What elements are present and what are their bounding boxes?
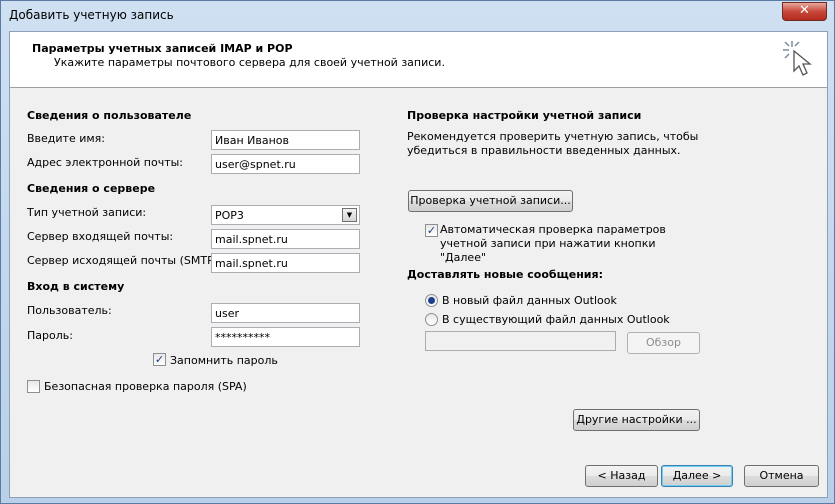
dialog-header: Параметры учетных записей IMAP и POP Ука…	[10, 32, 827, 88]
test-account-button[interactable]: Проверка учетной записи...	[408, 190, 573, 212]
auto-test-line2[interactable]: учетной записи при нажатии кнопки	[440, 237, 656, 250]
remember-password-checkbox[interactable]: ✓	[153, 353, 166, 366]
radio-existing-data-file-label[interactable]: В существующий файл данных Outlook	[442, 313, 670, 326]
spa-label[interactable]: Безопасная проверка пароля (SPA)	[44, 380, 247, 393]
header-subtitle: Укажите параметры почтового сервера для …	[54, 56, 445, 69]
email-label: Адрес электронной почты:	[27, 156, 184, 169]
incoming-server-input[interactable]: mail.spnet.ru	[211, 229, 360, 249]
account-type-label: Тип учетной записи:	[27, 206, 147, 219]
outgoing-server-label: Сервер исходящей почты (SMTP):	[27, 254, 222, 267]
test-description-line2: убедиться в правильности введенных данны…	[407, 144, 681, 157]
cancel-button[interactable]: Отмена	[744, 465, 819, 487]
password-input[interactable]: **********	[211, 327, 360, 347]
browse-button[interactable]: Обзор	[627, 332, 700, 354]
radio-existing-data-file[interactable]	[425, 313, 438, 326]
account-type-value: POP3	[215, 209, 244, 222]
auto-test-line1[interactable]: Автоматическая проверка параметров	[440, 223, 666, 236]
radio-new-data-file[interactable]	[425, 294, 438, 307]
auto-test-checkbox[interactable]: ✓	[425, 224, 438, 237]
header-title: Параметры учетных записей IMAP и POP	[32, 42, 293, 55]
chevron-down-icon[interactable]: ▼	[342, 208, 357, 222]
radio-new-data-file-label[interactable]: В новый файл данных Outlook	[442, 294, 617, 307]
spa-checkbox[interactable]	[27, 380, 40, 393]
name-label: Введите имя:	[27, 132, 105, 145]
next-button[interactable]: Далее >	[661, 465, 733, 487]
email-input[interactable]: user@spnet.ru	[211, 154, 360, 174]
title-bar: Добавить учетную запись ✕	[1, 1, 834, 31]
user-info-heading: Сведения о пользователе	[27, 109, 192, 122]
login-heading: Вход в систему	[27, 280, 125, 293]
remember-password-label[interactable]: Запомнить пароль	[170, 354, 278, 367]
outgoing-server-input[interactable]: mail.spnet.ru	[211, 253, 360, 273]
test-description-line1: Рекомендуется проверить учетную запись, …	[407, 130, 699, 143]
name-input[interactable]: Иван Иванов	[211, 130, 360, 150]
auto-test-line3[interactable]: "Далее"	[440, 251, 486, 264]
test-settings-heading: Проверка настройки учетной записи	[407, 109, 642, 122]
back-button[interactable]: < Назад	[585, 465, 658, 487]
account-type-select[interactable]: POP3 ▼	[211, 205, 360, 225]
dialog-client: Параметры учетных записей IMAP и POP Ука…	[9, 31, 828, 498]
data-file-path-input[interactable]	[425, 331, 616, 351]
incoming-server-label: Сервер входящей почты:	[27, 230, 174, 243]
delivery-heading: Доставлять новые сообщения:	[407, 268, 603, 281]
password-label: Пароль:	[27, 329, 73, 342]
username-input[interactable]: user	[211, 303, 360, 323]
more-settings-button[interactable]: Другие настройки ...	[573, 409, 700, 431]
window-title: Добавить учетную запись	[9, 8, 174, 22]
server-info-heading: Сведения о сервере	[27, 182, 156, 195]
close-button[interactable]: ✕	[782, 2, 827, 21]
username-label: Пользователь:	[27, 304, 112, 317]
cursor-click-icon	[783, 41, 812, 76]
dialog-window: Добавить учетную запись ✕ Параметры учет…	[0, 0, 835, 504]
